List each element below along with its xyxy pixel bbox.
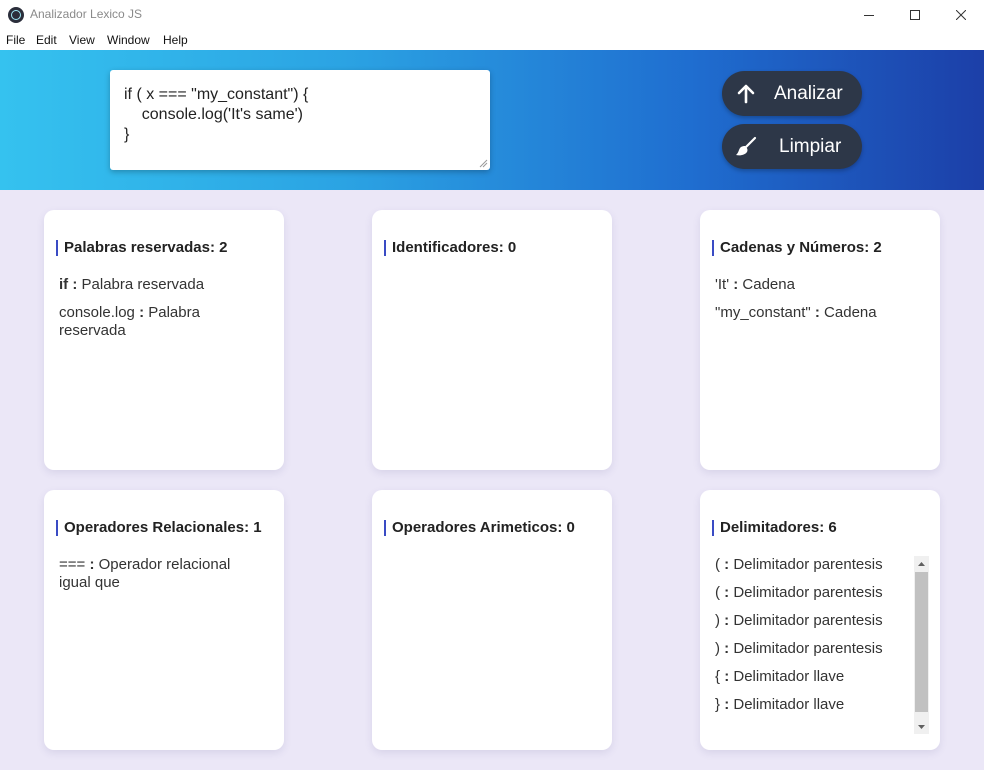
scrollbar-thumb[interactable]: [915, 572, 928, 712]
menu-window[interactable]: Window: [107, 33, 150, 47]
maximize-button[interactable]: [892, 0, 938, 30]
token-description: Cadena: [824, 304, 877, 321]
token-value: }: [715, 696, 721, 713]
menu-view[interactable]: View: [69, 33, 95, 47]
card-identifiers: Identificadores: 0: [372, 210, 612, 470]
analyze-button[interactable]: Analizar: [722, 71, 862, 116]
header-banner: if ( x === "my_constant") { console.log(…: [0, 50, 984, 190]
token-description: Cadena: [742, 276, 795, 293]
arrow-up-icon: [737, 84, 755, 104]
token-list: === : Operador relacional igual que: [59, 556, 254, 602]
token-description: Delimitador parentesis: [733, 584, 883, 601]
resize-grip-icon[interactable]: [478, 158, 488, 168]
clear-button[interactable]: Limpiar: [722, 124, 862, 169]
token-description: Delimitador llave: [733, 696, 845, 713]
token-value: 'It': [715, 276, 730, 293]
card-title: Operadores Arimeticos: 0: [384, 520, 575, 536]
list-item: ( : Delimitador parentesis: [715, 556, 883, 573]
maximize-icon: [910, 10, 920, 20]
list-item: if : Palabra reservada: [59, 276, 205, 293]
card-arithmetic-operators: Operadores Arimeticos: 0: [372, 490, 612, 750]
broom-icon: [736, 136, 757, 156]
electron-app-icon: [8, 7, 24, 23]
list-item: ( : Delimitador parentesis: [715, 584, 883, 601]
triangle-up-icon: [918, 561, 925, 566]
token-value: ===: [59, 556, 86, 573]
token-value: if: [59, 276, 69, 293]
token-description: Delimitador parentesis: [733, 640, 883, 657]
token-value: {: [715, 668, 721, 685]
list-item: console.log : Palabra reservada: [59, 304, 200, 339]
list-item: === : Operador relacional igual que: [59, 556, 231, 591]
card-title: Palabras reservadas: 2: [56, 240, 227, 256]
clear-label: Limpiar: [779, 136, 842, 157]
minimize-button[interactable]: [846, 0, 892, 30]
card-title: Cadenas y Números: 2: [712, 240, 882, 256]
token-description: Delimitador parentesis: [733, 556, 883, 573]
card-reserved-words: Palabras reservadas: 2 if : Palabra rese…: [44, 210, 284, 470]
token-value: ): [715, 640, 720, 657]
token-value: (: [715, 556, 720, 573]
card-delimiters: Delimitadores: 6 ( : Delimitador parente…: [700, 490, 940, 750]
menu-file[interactable]: File: [6, 33, 25, 47]
scroll-down-button[interactable]: [914, 719, 929, 734]
card-title: Operadores Relacionales: 1: [56, 520, 262, 536]
list-item: { : Delimitador llave: [715, 668, 845, 685]
triangle-down-icon: [918, 724, 925, 729]
list-item: } : Delimitador llave: [715, 696, 845, 713]
menu-bar: File Edit View Window Help: [0, 30, 984, 50]
minimize-icon: [864, 15, 874, 16]
card-strings-numbers: Cadenas y Números: 2 'It' : Cadena "my_c…: [700, 210, 940, 470]
close-button[interactable]: [938, 0, 984, 30]
card-title: Delimitadores: 6: [712, 520, 837, 536]
close-icon: [956, 10, 966, 20]
token-value: (: [715, 584, 720, 601]
scroll-up-button[interactable]: [914, 556, 929, 571]
card-relational-operators: Operadores Relacionales: 1 === : Operado…: [44, 490, 284, 750]
window-title: Analizador Lexico JS: [30, 7, 143, 21]
list-item: ) : Delimitador parentesis: [715, 640, 883, 657]
token-list[interactable]: ( : Delimitador parentesis ( : Delimitad…: [715, 556, 910, 724]
token-description: Delimitador llave: [733, 668, 845, 685]
token-description: Palabra reservada: [81, 276, 205, 293]
menu-edit[interactable]: Edit: [36, 33, 57, 47]
analyze-label: Analizar: [774, 83, 843, 104]
token-value: console.log: [59, 304, 135, 321]
token-description: Operador relacional igual que: [59, 556, 231, 591]
token-value: ): [715, 612, 720, 629]
menu-help[interactable]: Help: [163, 33, 188, 47]
scrollbar[interactable]: [914, 556, 929, 734]
code-input[interactable]: if ( x === "my_constant") { console.log(…: [110, 70, 490, 170]
list-item: ) : Delimitador parentesis: [715, 612, 883, 629]
token-description: Delimitador parentesis: [733, 612, 883, 629]
token-list: 'It' : Cadena "my_constant" : Cadena: [715, 276, 910, 332]
list-item: "my_constant" : Cadena: [715, 304, 877, 321]
token-list: if : Palabra reservada console.log : Pal…: [59, 276, 254, 350]
title-bar: Analizador Lexico JS: [0, 0, 984, 30]
token-value: "my_constant": [715, 304, 811, 321]
card-title: Identificadores: 0: [384, 240, 516, 256]
list-item: 'It' : Cadena: [715, 276, 795, 293]
